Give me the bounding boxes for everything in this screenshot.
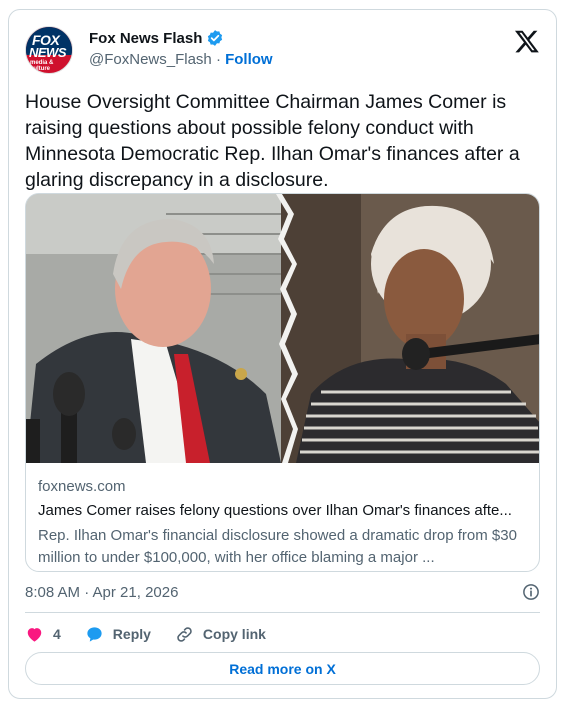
like-count: 4 — [53, 626, 61, 642]
author-handle[interactable]: @FoxNews_Flash — [89, 51, 212, 68]
name-row: Fox News Flash — [89, 29, 224, 47]
avatar-logo-line2: NEWS — [29, 45, 67, 60]
tweet-text: House Oversight Committee Chairman James… — [25, 91, 520, 191]
tweet-header: FOX NEWS media & culture Fox News Flash … — [25, 26, 540, 74]
link-domain: foxnews.com — [38, 478, 126, 495]
handle-separator: · — [215, 51, 221, 68]
reply-button[interactable]: Reply — [85, 625, 151, 644]
verified-badge-icon — [208, 30, 223, 46]
info-icon[interactable] — [522, 583, 540, 601]
link-card[interactable]: foxnews.com James Comer raises felony qu… — [25, 193, 540, 572]
action-bar: 4 Reply Copy link — [25, 622, 290, 646]
x-logo-icon[interactable] — [514, 28, 540, 54]
link-card-info[interactable]: foxnews.com James Comer raises felony qu… — [26, 463, 539, 571]
reply-bubble-icon — [87, 626, 102, 642]
avatar-logo-line3: media & culture — [30, 60, 54, 72]
read-more-button[interactable]: Read more on X — [25, 652, 540, 685]
avatar[interactable]: FOX NEWS media & culture — [25, 26, 73, 74]
handle-row: @FoxNews_Flash · Follow — [89, 51, 273, 68]
divider — [25, 612, 540, 613]
tweet-embed-card: FOX NEWS media & culture Fox News Flash … — [8, 9, 557, 699]
link-title[interactable]: James Comer raises felony questions over… — [38, 502, 533, 519]
author-display-name[interactable]: Fox News Flash — [89, 30, 202, 47]
copy-link-label: Copy link — [202, 626, 266, 642]
tweet-timestamp[interactable]: 8:08 AM · Apr 21, 2026 — [25, 584, 178, 601]
reply-label: Reply — [112, 626, 151, 642]
link-description: Rep. Ilhan Omar's financial disclosure s… — [38, 527, 517, 566]
heart-icon — [27, 627, 42, 642]
follow-link[interactable]: Follow — [225, 51, 273, 68]
link-icon — [177, 626, 192, 642]
like-button[interactable]: 4 — [25, 625, 61, 644]
article-photo[interactable] — [26, 194, 540, 463]
copy-link-button[interactable]: Copy link — [175, 625, 266, 644]
